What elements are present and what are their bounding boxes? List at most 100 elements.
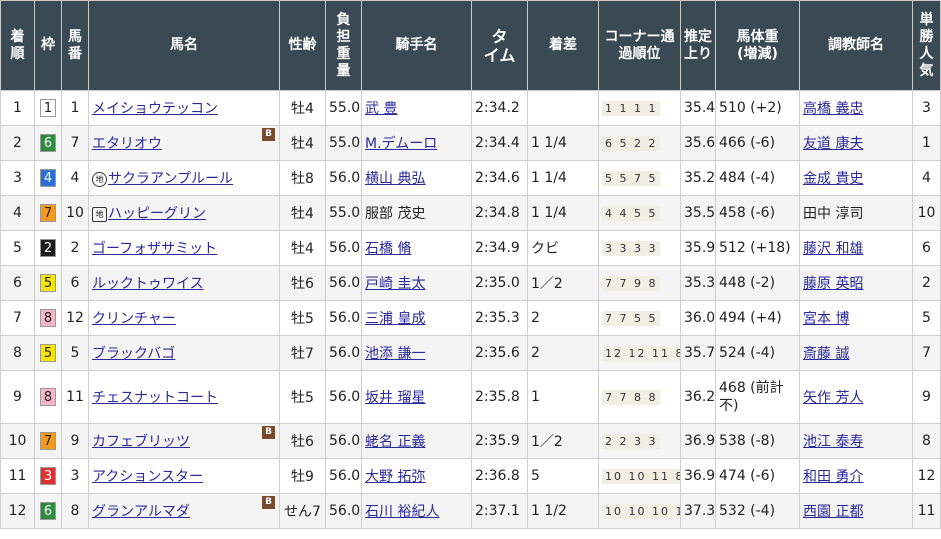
body-weight-cell: 494 (+4) [715, 300, 800, 336]
horse-name-link[interactable]: グランアルマダ [92, 504, 190, 520]
sexage-cell: 牡4 [279, 125, 326, 161]
time-cell: 2:35.8 [471, 370, 528, 424]
corner-cell: 10 10 11 8 [598, 458, 681, 494]
margin-cell: 1／2 [527, 423, 599, 459]
sexage-cell: 牡4 [279, 195, 326, 231]
horse-name-link[interactable]: メイショウテッコン [92, 101, 218, 117]
trainer-link[interactable]: 宮本 博 [803, 311, 849, 327]
header-waku: 枠 [34, 0, 62, 91]
horse-name-link[interactable]: ゴーフォザサミット [92, 241, 217, 257]
jockey-link[interactable]: 戸崎 圭太 [365, 276, 425, 292]
horse-name-link[interactable]: サクラアンプルール [108, 171, 233, 187]
trainer-cell: 金成 貴史 [799, 160, 913, 196]
sexage-cell: 牡8 [279, 160, 326, 196]
trainer-link[interactable]: 斎藤 誠 [803, 346, 849, 362]
popularity-cell: 12 [912, 458, 941, 494]
jockey-link[interactable]: 蛯名 正義 [365, 434, 425, 450]
jockey-cell: M.デムーロ [361, 125, 472, 161]
waku-cell: 7 [34, 423, 62, 459]
jockey-link[interactable]: 池添 謙一 [365, 346, 425, 362]
header-margin: 着差 [527, 0, 599, 91]
waku-badge: 3 [40, 467, 56, 485]
jockey-cell: 石橋 脩 [361, 230, 472, 266]
trainer-link[interactable]: 金成 貴史 [803, 171, 863, 187]
last3f-cell: 36.9 [680, 423, 716, 459]
weight-cell: 56.0 [325, 265, 362, 301]
trainer-link[interactable]: 矢作 芳人 [803, 390, 863, 406]
jockey-link[interactable]: 三浦 皇成 [365, 311, 425, 327]
horse-name-link[interactable]: ルックトゥワイス [92, 276, 204, 292]
jockey-link[interactable]: 石橋 脩 [365, 241, 411, 257]
weight-cell: 56.0 [325, 493, 362, 529]
umaban-cell: 8 [61, 493, 89, 529]
trainer-link[interactable]: 藤沢 和雄 [803, 241, 863, 257]
body-weight-cell: 510 (+2) [715, 90, 800, 126]
rank-cell: 8 [0, 335, 35, 371]
time-cell: 2:34.6 [471, 160, 528, 196]
jockey-link[interactable]: 石川 裕紀人 [365, 504, 439, 520]
sexage-cell: 牡6 [279, 423, 326, 459]
rank-cell: 9 [0, 370, 35, 424]
body-weight-cell: 484 (-4) [715, 160, 800, 196]
jockey-link: 服部 茂史 [365, 206, 426, 222]
trainer-link[interactable]: 和田 勇介 [803, 469, 863, 485]
horse-name-link[interactable]: エタリオウ [92, 136, 162, 152]
weight-cell: 55.0 [325, 125, 362, 161]
popularity-cell: 8 [912, 423, 941, 459]
horse-name-link[interactable]: ブラックバゴ [92, 346, 175, 362]
jockey-link[interactable]: 坂井 瑠星 [365, 390, 425, 406]
margin-cell: クビ [527, 230, 599, 266]
horse-name-link[interactable]: アクションスター [92, 469, 203, 485]
time-cell: 2:37.1 [471, 493, 528, 529]
weight-cell: 56.0 [325, 230, 362, 266]
last3f-cell: 35.2 [680, 160, 716, 196]
jockey-cell: 服部 茂史 [361, 195, 472, 231]
popularity-cell: 3 [912, 90, 941, 126]
horse-name-link[interactable]: チェスナットコート [92, 390, 218, 406]
rank-cell: 2 [0, 125, 35, 161]
last3f-cell: 36.9 [680, 458, 716, 494]
jockey-link[interactable]: 武 豊 [365, 101, 397, 117]
trainer-link[interactable]: 高橋 義忠 [803, 101, 863, 117]
popularity-cell: 7 [912, 335, 941, 371]
local-horse-mark-icon: 地 [92, 171, 107, 187]
rank-cell: 6 [0, 265, 35, 301]
header-last3f: 推定上り [680, 0, 716, 91]
umaban-cell: 11 [61, 370, 89, 424]
horse-name-link[interactable]: クリンチャー [92, 311, 176, 327]
jockey-link[interactable]: 大野 拓弥 [365, 469, 425, 485]
trainer-link[interactable]: 藤原 英昭 [803, 276, 863, 292]
corner-cell: 12 12 11 8 [598, 335, 681, 371]
margin-cell: 1 1/4 [527, 125, 599, 161]
rank-cell: 1 [0, 90, 35, 126]
umaban-cell: 7 [61, 125, 89, 161]
table-row: 6 5 6 ルックトゥワイス 牡6 56.0 戸崎 圭太 2:35.0 1／2 7 7 9 8 35… [0, 265, 941, 301]
umaban-cell: 1 [61, 90, 89, 126]
trainer-link[interactable]: 友道 康夫 [803, 136, 863, 152]
popularity-cell: 11 [912, 493, 941, 529]
horse-cell: グランアルマダ B [88, 493, 280, 529]
waku-cell: 4 [34, 160, 62, 196]
horse-name-link[interactable]: ハッピーグリン [108, 206, 206, 222]
corner-positions: 7 7 5 5 [602, 311, 661, 326]
waku-cell: 7 [34, 195, 62, 231]
trainer-cell: 宮本 博 [799, 300, 913, 336]
jockey-link[interactable]: 横山 典弘 [365, 171, 425, 187]
horse-cell: ルックトゥワイス [88, 265, 280, 301]
last3f-cell: 36.2 [680, 370, 716, 424]
trainer-cell: 池江 泰寿 [799, 423, 913, 459]
trainer-link[interactable]: 西園 正都 [803, 504, 863, 520]
horse-cell: 地サクラアンプルール [88, 160, 280, 196]
horse-cell: メイショウテッコン [88, 90, 280, 126]
table-row: 5 2 2 ゴーフォザサミット 牡4 56.0 石橋 脩 2:34.9 クビ 3 3 3 3 35.… [0, 230, 941, 266]
header-jockey: 騎手名 [361, 0, 472, 91]
umaban-cell: 2 [61, 230, 89, 266]
jockey-link[interactable]: M.デムーロ [365, 136, 437, 152]
table-row: 4 7 10 地ハッピーグリン 牡4 55.0 服部 茂史 2:34.8 1 1/4 4 4 5 … [0, 195, 941, 231]
horse-cell: ブラックバゴ [88, 335, 280, 371]
horse-name-link[interactable]: カフェブリッツ [92, 434, 190, 450]
trainer-link[interactable]: 池江 泰寿 [803, 434, 863, 450]
last3f-cell: 35.3 [680, 265, 716, 301]
corner-positions: 4 4 5 5 [602, 206, 661, 221]
trainer-cell: 藤原 英昭 [799, 265, 913, 301]
